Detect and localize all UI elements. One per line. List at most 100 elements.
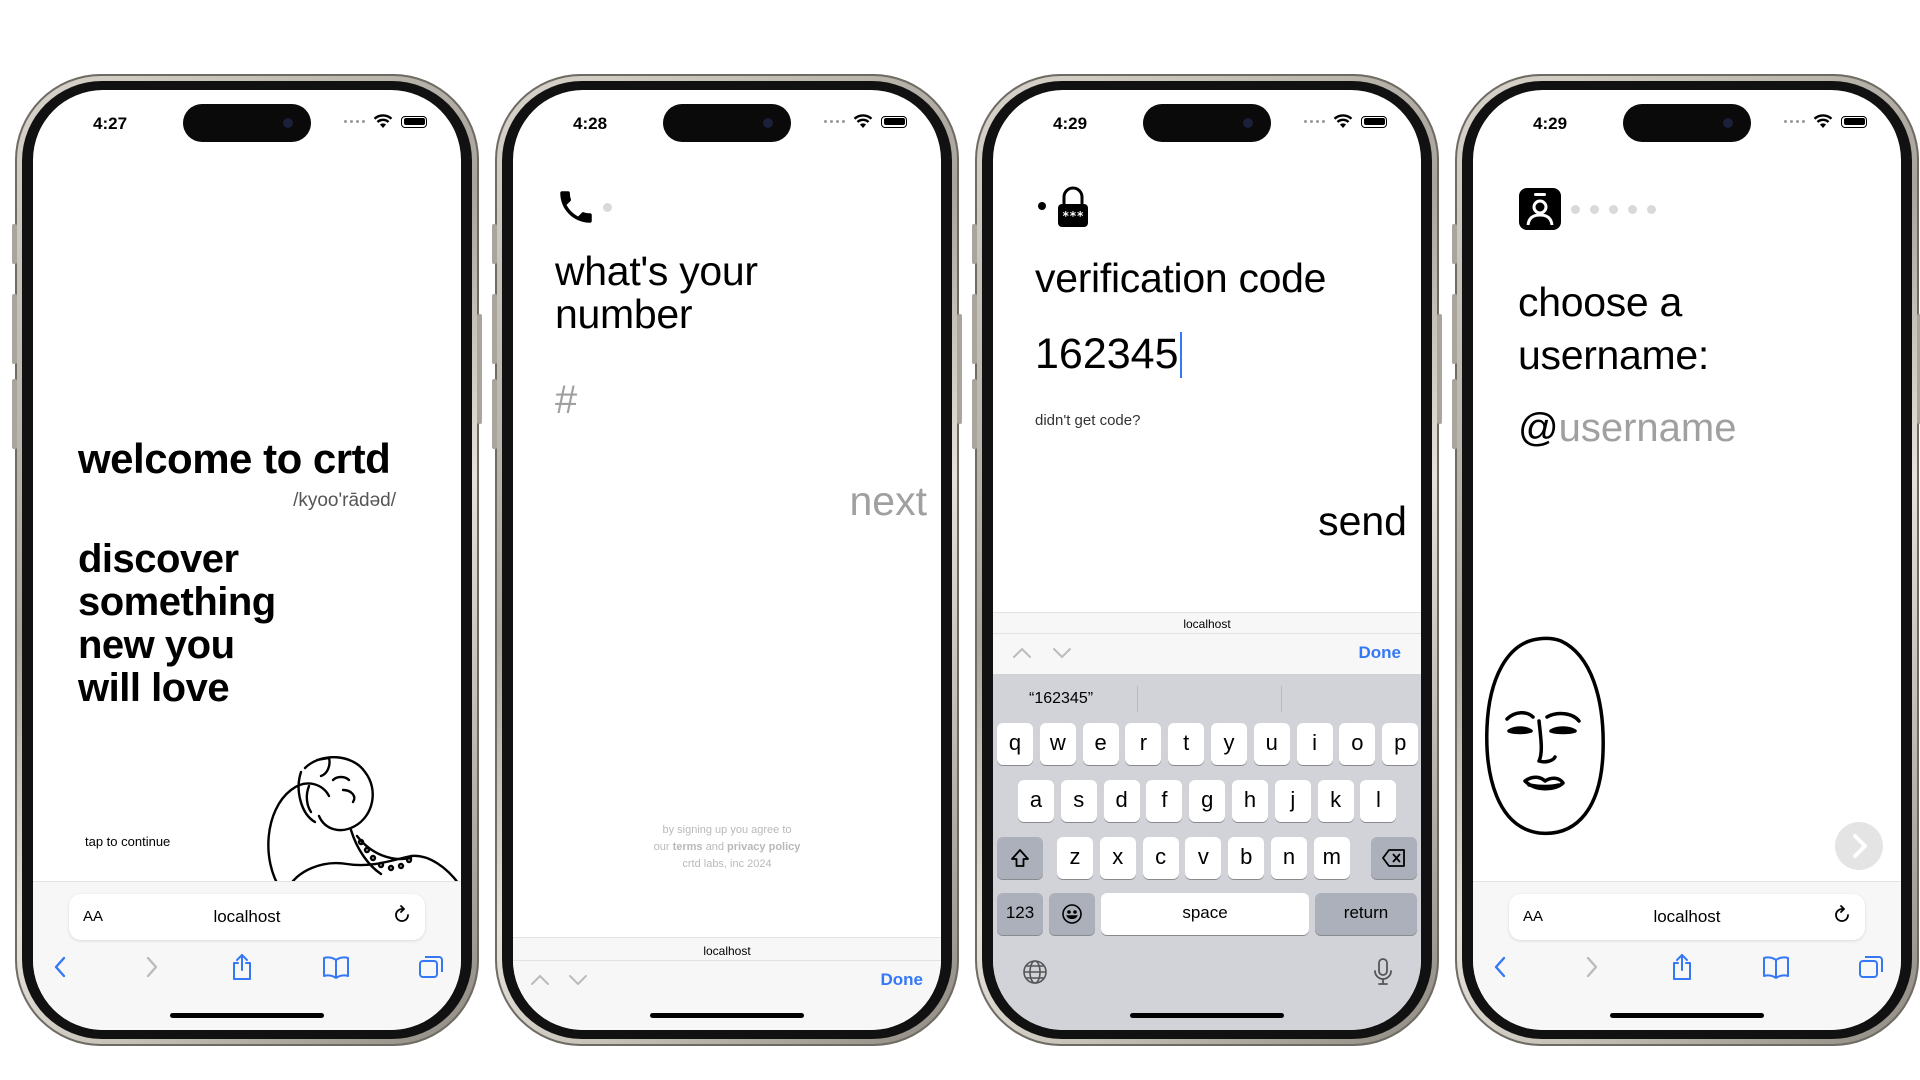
delete-key[interactable] [1371,837,1417,879]
phone-number-input[interactable]: # [555,378,577,423]
step-dot [603,202,612,212]
numbers-key[interactable]: 123 [997,893,1043,935]
microphone-icon[interactable] [1371,956,1395,988]
reload-icon[interactable] [1831,904,1853,926]
next-field-icon[interactable] [1051,645,1073,661]
dynamic-island [1143,104,1271,142]
tap-to-continue[interactable]: tap to continue [85,834,170,849]
done-button[interactable]: Done [881,970,924,990]
key-i[interactable]: i [1296,723,1333,765]
status-icons [1784,114,1867,129]
address-bar[interactable]: AA localhost [1509,894,1865,940]
back-icon[interactable] [49,954,73,980]
keyboard-accessory: localhost Done [993,612,1421,675]
return-key[interactable]: return [1315,893,1417,935]
previous-field-icon[interactable] [1011,645,1033,661]
done-button[interactable]: Done [1359,643,1402,663]
url-host: localhost [213,907,281,926]
key-a[interactable]: a [1018,780,1054,822]
share-icon[interactable] [1669,953,1695,981]
key-h[interactable]: h [1232,780,1268,822]
key-j[interactable]: j [1274,780,1311,822]
phone-icon [560,191,592,223]
tabs-icon[interactable] [1857,954,1885,980]
username-input[interactable]: @username [1518,406,1736,451]
space-key[interactable]: space [1101,893,1309,935]
accessory-host: localhost [1183,617,1231,631]
key-y[interactable]: y [1211,723,1247,765]
key-l[interactable]: l [1360,780,1397,822]
previous-field-icon[interactable] [529,972,551,988]
key-u[interactable]: u [1253,723,1290,765]
key-z[interactable]: z [1057,837,1093,879]
home-indicator [650,1013,804,1018]
step-indicator [555,186,612,228]
continue-button[interactable] [1835,822,1883,870]
forward-icon[interactable] [139,954,163,980]
battery-icon [1361,115,1387,128]
key-v[interactable]: v [1185,837,1222,879]
key-w[interactable]: w [1039,723,1076,765]
step-dot [1628,204,1637,214]
key-s[interactable]: s [1060,780,1097,822]
bookmarks-icon[interactable] [1761,954,1791,980]
face-sketch-illustration [1485,636,1605,836]
legal-text: by signing up you agree to our terms and… [513,822,941,873]
bookmarks-icon[interactable] [321,954,351,980]
key-p[interactable]: p [1382,723,1419,765]
tagline-line: will love [78,666,230,710]
key-f[interactable]: f [1146,780,1183,822]
step-dot [1038,202,1046,210]
key-x[interactable]: x [1099,837,1136,879]
key-d[interactable]: d [1103,780,1140,822]
screen: 4:29 choose a username: @username AA loc… [1473,90,1901,1030]
autofill-suggestion[interactable]: “162345” [1029,690,1093,708]
key-m[interactable]: m [1313,837,1350,879]
key-g[interactable]: g [1189,780,1226,822]
next-field-icon[interactable] [567,972,589,988]
status-time: 4:29 [1053,114,1088,133]
phone-verification: 4:29 *** verification code 162345 didn't… [972,74,1442,1046]
key-c[interactable]: c [1142,837,1179,879]
phone-phone-number: 4:28 what's your number # next by signin… [492,74,962,1046]
keyboard-accessory: localhost Done [513,937,941,1030]
next-button[interactable]: next [850,478,928,525]
key-r[interactable]: r [1125,723,1162,765]
privacy-policy-link[interactable]: privacy policy [727,841,800,853]
step-indicator [1519,188,1656,230]
page-title: verification code [1035,255,1327,301]
address-bar[interactable]: AA localhost [69,894,425,940]
resend-code-link[interactable]: didn't get code? [1035,412,1140,429]
title-line: choose a [1518,279,1683,325]
contact-card-icon [1519,188,1561,230]
share-icon[interactable] [229,953,255,981]
legal-line: by signing up you agree to [662,824,792,836]
welcome-title: welcome to crtd [78,435,391,482]
key-e[interactable]: e [1082,723,1119,765]
forward-icon[interactable] [1579,954,1603,980]
step-dot [1590,204,1599,214]
send-button[interactable]: send [1318,498,1407,545]
status-icons [344,114,427,129]
step-dot [1609,204,1618,214]
battery-icon [881,115,907,128]
back-icon[interactable] [1489,954,1513,980]
key-t[interactable]: t [1168,723,1205,765]
shift-key[interactable] [997,837,1043,879]
globe-icon[interactable] [1021,958,1049,986]
title-line: what's your [555,248,758,294]
key-q[interactable]: q [997,723,1033,765]
page-title: choose a username: [1518,276,1709,382]
key-k[interactable]: k [1317,780,1354,822]
screen: 4:28 what's your number # next by signin… [513,90,941,1030]
tagline-line: something [78,580,276,624]
terms-link[interactable]: terms [673,841,703,853]
emoji-key[interactable] [1049,893,1095,935]
key-b[interactable]: b [1228,837,1265,879]
key-n[interactable]: n [1271,837,1307,879]
reload-icon[interactable] [391,904,413,926]
code-input[interactable]: 162345 [1035,330,1182,379]
home-indicator [170,1013,324,1018]
key-o[interactable]: o [1339,723,1376,765]
tabs-icon[interactable] [417,954,445,980]
